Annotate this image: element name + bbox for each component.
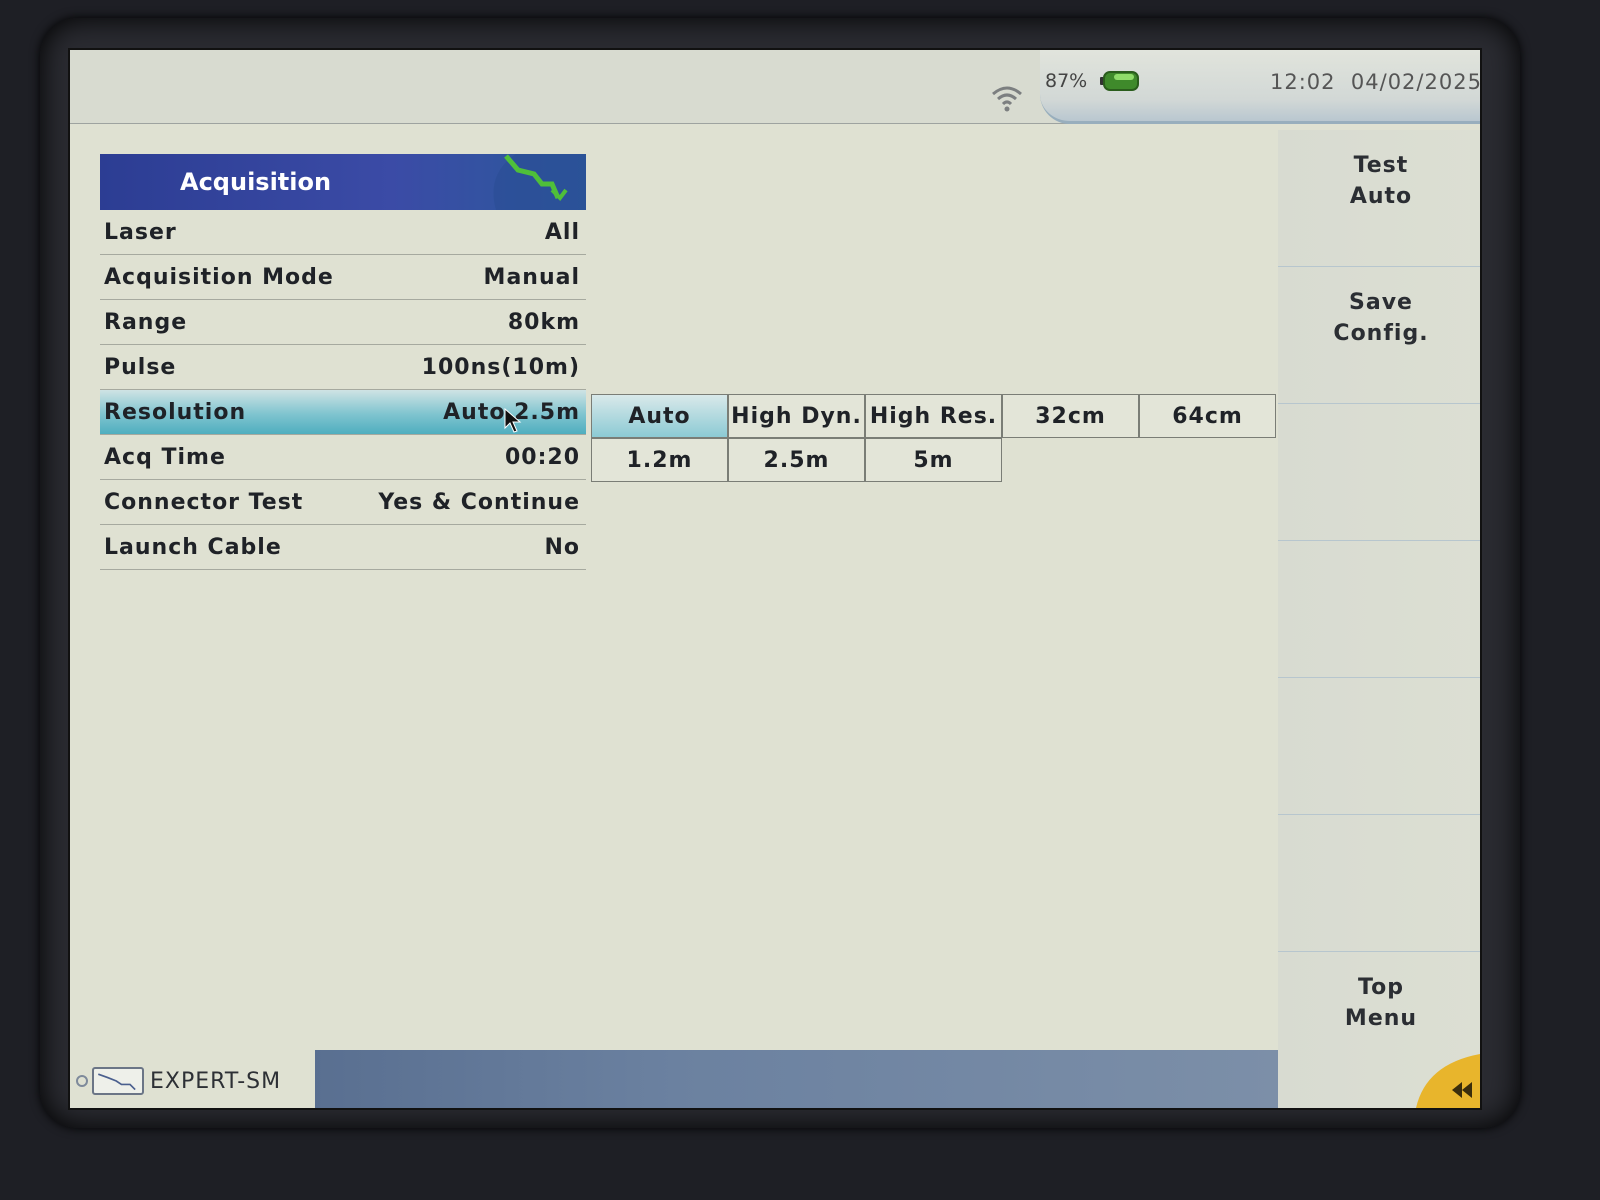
setting-row-pulse[interactable]: Pulse 100ns(10m)	[100, 345, 586, 390]
setting-row-laser[interactable]: Laser All	[100, 210, 586, 255]
setting-row-launch-cable[interactable]: Launch Cable No	[100, 525, 586, 570]
battery-icon	[1100, 71, 1139, 91]
softkey-label: Top	[1358, 975, 1404, 1000]
option-5m[interactable]: 5m	[865, 438, 1002, 482]
softkey-label: Menu	[1344, 1006, 1418, 1031]
module-label: EXPERT-SM	[150, 1068, 282, 1094]
date: 04/02/2025	[1350, 70, 1482, 94]
softkey-label: Config.	[1333, 321, 1429, 346]
panel-title: Acquisition	[180, 168, 332, 196]
setting-value: 00:20	[504, 444, 580, 470]
softkey-label: Test	[1353, 153, 1409, 178]
setting-label: Connector Test	[104, 489, 304, 515]
softkey-column: Test Auto Save Config. Top Menu	[1278, 130, 1480, 1108]
setting-row-connector-test[interactable]: Connector Test Yes & Continue	[100, 480, 586, 525]
otdr-screen: 87% 12:02 04/02/2025 Acquisition Laser A…	[68, 48, 1482, 1110]
softkey-empty-4[interactable]	[1278, 541, 1480, 678]
softkey-label: Save	[1349, 290, 1413, 315]
option-32cm[interactable]: 32cm	[1002, 394, 1139, 438]
setting-label: Acq Time	[104, 444, 226, 470]
status-bar: 87% 12:02 04/02/2025	[70, 50, 1480, 124]
back-arrow-icon[interactable]	[1416, 1054, 1480, 1108]
setting-value: Manual	[483, 264, 580, 290]
setting-row-acq-time[interactable]: Acq Time 00:20	[100, 435, 586, 480]
option-2-5m[interactable]: 2.5m	[728, 438, 865, 482]
trace-icon	[493, 154, 586, 210]
setting-row-acquisition-mode[interactable]: Acquisition Mode Manual	[100, 255, 586, 300]
time: 12:02	[1270, 70, 1336, 94]
module-indicator-icon	[76, 1075, 88, 1087]
option-auto[interactable]: Auto	[591, 394, 728, 438]
battery-percent: 87%	[1045, 70, 1088, 92]
setting-label: Range	[104, 309, 188, 335]
save-config-button[interactable]: Save Config.	[1278, 267, 1480, 404]
setting-value: All	[544, 219, 580, 245]
softkey-label: Auto	[1349, 184, 1413, 209]
option-high-dyn[interactable]: High Dyn.	[728, 394, 865, 438]
panel-header: Acquisition	[100, 154, 586, 210]
otdr-trace-icon	[92, 1067, 144, 1095]
softkey-empty-5[interactable]	[1278, 678, 1480, 815]
module-tab[interactable]: EXPERT-SM	[70, 1050, 315, 1108]
test-auto-button[interactable]: Test Auto	[1278, 130, 1480, 267]
option-high-res[interactable]: High Res.	[865, 394, 1002, 438]
setting-label: Pulse	[104, 354, 177, 380]
setting-label: Launch Cable	[104, 534, 282, 560]
acquisition-panel: Acquisition Laser All Acquisition Mode M…	[100, 154, 586, 570]
setting-value: 80km	[507, 309, 580, 335]
option-64cm[interactable]: 64cm	[1139, 394, 1276, 438]
setting-row-range[interactable]: Range 80km	[100, 300, 586, 345]
setting-label: Acquisition Mode	[104, 264, 334, 290]
setting-value: 100ns(10m)	[421, 354, 580, 380]
option-1-2m[interactable]: 1.2m	[591, 438, 728, 482]
wifi-icon	[992, 86, 1022, 112]
softkey-empty-6[interactable]	[1278, 815, 1480, 952]
setting-value: Yes & Continue	[378, 489, 580, 515]
setting-label: Laser	[104, 219, 177, 245]
cursor-icon	[504, 408, 522, 433]
setting-value: No	[544, 534, 580, 560]
softkey-empty-3[interactable]	[1278, 404, 1480, 541]
bottom-bar: EXPERT-SM	[70, 1050, 1278, 1108]
setting-label: Resolution	[104, 399, 247, 425]
clock: 12:02 04/02/2025	[1270, 70, 1482, 94]
setting-row-resolution[interactable]: Resolution Auto 2.5m	[100, 390, 586, 435]
